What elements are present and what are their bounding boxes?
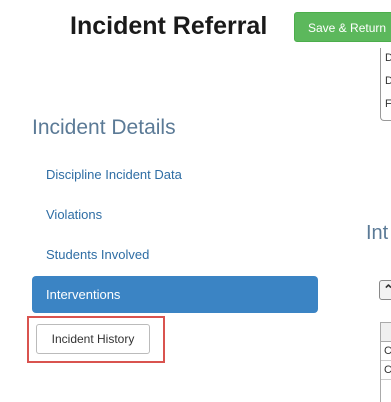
collapse-toggle-icon[interactable]: ⌃	[379, 280, 391, 300]
nav-violations[interactable]: Violations	[46, 207, 102, 222]
nav-discipline-incident-data[interactable]: Discipline Incident Data	[46, 167, 182, 182]
save-return-button[interactable]: Save & Return	[294, 12, 391, 42]
incident-details-heading: Incident Details	[32, 116, 176, 139]
table-row[interactable]: C	[381, 361, 391, 380]
interventions-table: C C	[380, 322, 391, 402]
nav-interventions-active[interactable]: Interventions	[32, 276, 318, 313]
panel-row-label: F	[385, 98, 391, 110]
interventions-section-heading: Int	[366, 222, 389, 244]
nav-students-involved[interactable]: Students Involved	[46, 247, 149, 262]
incident-history-button[interactable]: Incident History	[36, 324, 150, 354]
panel-row-label: D	[385, 52, 391, 64]
page-title: Incident Referral	[70, 12, 268, 40]
panel-row-label: D	[385, 75, 391, 87]
table-row[interactable]: C	[381, 342, 391, 361]
right-detail-panel: D D F	[380, 48, 391, 121]
table-header	[381, 322, 391, 342]
